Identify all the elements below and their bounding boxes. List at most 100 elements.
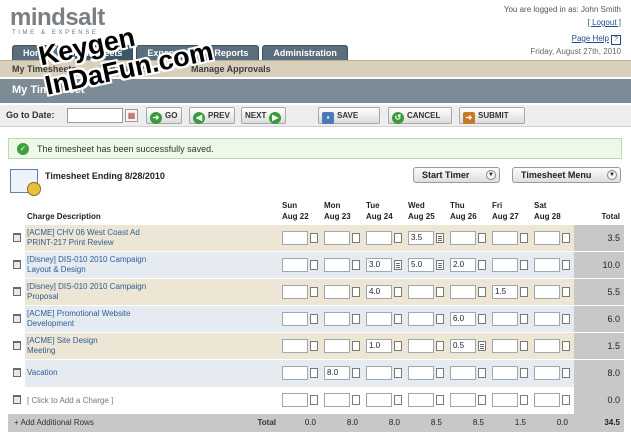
note-icon[interactable] [562, 287, 570, 297]
note-icon[interactable] [310, 287, 318, 297]
note-icon[interactable] [352, 287, 360, 297]
hours-input[interactable] [324, 258, 350, 272]
tab-administration[interactable]: Administration [262, 45, 348, 60]
hours-input[interactable] [282, 366, 308, 381]
delete-row-button[interactable] [8, 278, 25, 306]
hours-input[interactable] [534, 285, 560, 299]
page-help-link[interactable]: Page Help [572, 34, 609, 43]
charge-description[interactable]: [ACME] Promotional Website Development [25, 305, 280, 333]
note-icon[interactable] [562, 260, 570, 270]
hours-input[interactable] [492, 258, 518, 272]
hours-input[interactable]: 5.0 [408, 258, 434, 272]
note-icon[interactable] [352, 260, 360, 270]
hours-input[interactable] [492, 366, 518, 381]
note-icon[interactable] [436, 368, 444, 379]
note-icon[interactable] [436, 287, 444, 297]
hours-input[interactable] [366, 312, 392, 326]
note-icon[interactable] [520, 314, 528, 324]
note-icon[interactable] [310, 233, 318, 243]
note-icon[interactable] [352, 233, 360, 243]
delete-row-button[interactable] [8, 224, 25, 252]
note-icon[interactable] [478, 314, 486, 324]
note-icon[interactable] [562, 341, 570, 351]
charge-description[interactable]: [ACME] CHV 06 West Coast Ad PRINT-217 Pri… [25, 224, 280, 252]
note-icon[interactable] [352, 341, 360, 351]
hours-input[interactable] [408, 393, 434, 407]
note-icon[interactable] [562, 314, 570, 324]
hours-input[interactable]: 6.0 [450, 312, 476, 326]
hours-input[interactable] [534, 393, 560, 407]
hours-input[interactable]: 3.5 [408, 231, 434, 245]
hours-input[interactable] [324, 393, 350, 407]
hours-input[interactable] [408, 312, 434, 326]
delete-row-button[interactable] [8, 359, 25, 387]
hours-input[interactable] [324, 339, 350, 353]
note-icon[interactable] [478, 395, 486, 405]
go-button[interactable]: ➜ GO [146, 107, 183, 124]
hours-input[interactable] [492, 312, 518, 326]
hours-input[interactable] [324, 312, 350, 326]
hours-input[interactable] [534, 339, 560, 353]
note-icon[interactable] [436, 260, 444, 270]
hours-input[interactable] [366, 393, 392, 407]
charge-description[interactable]: Vacation [25, 359, 280, 387]
hours-input[interactable] [282, 285, 308, 299]
note-icon[interactable] [352, 395, 360, 405]
note-icon[interactable] [310, 260, 318, 270]
note-icon[interactable] [478, 341, 486, 351]
logout-link[interactable]: [ Logout ] [588, 18, 621, 27]
hours-input[interactable] [366, 366, 392, 381]
hours-input[interactable] [282, 258, 308, 272]
note-icon[interactable] [520, 287, 528, 297]
note-icon[interactable] [520, 341, 528, 351]
hours-input[interactable]: 1.0 [366, 339, 392, 353]
hours-input[interactable]: 1.5 [492, 285, 518, 299]
hours-input[interactable] [492, 339, 518, 353]
delete-row-button[interactable] [8, 332, 25, 360]
note-icon[interactable] [520, 260, 528, 270]
note-icon[interactable] [352, 314, 360, 324]
hours-input[interactable] [408, 366, 434, 381]
help-icon[interactable]: ? [611, 35, 621, 45]
note-icon[interactable] [310, 341, 318, 351]
hours-input[interactable] [366, 231, 392, 245]
hours-input[interactable]: 0.5 [450, 339, 476, 353]
note-icon[interactable] [478, 368, 486, 379]
note-icon[interactable] [394, 341, 402, 351]
hours-input[interactable] [282, 339, 308, 353]
hours-input[interactable] [450, 393, 476, 407]
hours-input[interactable] [534, 258, 560, 272]
hours-input[interactable] [450, 231, 476, 245]
hours-input[interactable] [450, 366, 476, 381]
note-icon[interactable] [478, 233, 486, 243]
charge-description[interactable]: [Disney] DIS-010 2010 Campaign Layout & D… [25, 251, 280, 279]
charge-description[interactable]: [Disney] DIS-010 2010 Campaign Proposal [25, 278, 280, 306]
save-button[interactable]: ▪ SAVE [318, 107, 380, 124]
calendar-icon[interactable]: ▦ [125, 109, 138, 122]
note-icon[interactable] [394, 287, 402, 297]
hours-input[interactable] [324, 285, 350, 299]
hours-input[interactable] [282, 231, 308, 245]
note-icon[interactable] [310, 314, 318, 324]
note-icon[interactable] [436, 314, 444, 324]
note-icon[interactable] [394, 395, 402, 405]
add-rows-link[interactable]: + Add Additional Rows Total [8, 413, 280, 432]
delete-row-button[interactable] [8, 251, 25, 279]
delete-row-button[interactable] [8, 387, 25, 414]
submit-button[interactable]: ➜ SUBMIT [459, 107, 525, 124]
note-icon[interactable] [310, 395, 318, 405]
note-icon[interactable] [562, 233, 570, 243]
add-charge-link[interactable]: [ Click to Add a Charge ] [25, 387, 280, 414]
hours-input[interactable] [450, 285, 476, 299]
hours-input[interactable] [492, 393, 518, 407]
hours-input[interactable]: 2.0 [450, 258, 476, 272]
note-icon[interactable] [352, 368, 360, 379]
note-icon[interactable] [394, 314, 402, 324]
hours-input[interactable] [534, 366, 560, 381]
hours-input[interactable] [408, 285, 434, 299]
hours-input[interactable]: 3.0 [366, 258, 392, 272]
note-icon[interactable] [310, 368, 318, 379]
goto-date-input[interactable] [67, 108, 123, 123]
note-icon[interactable] [436, 233, 444, 243]
hours-input[interactable] [282, 312, 308, 326]
